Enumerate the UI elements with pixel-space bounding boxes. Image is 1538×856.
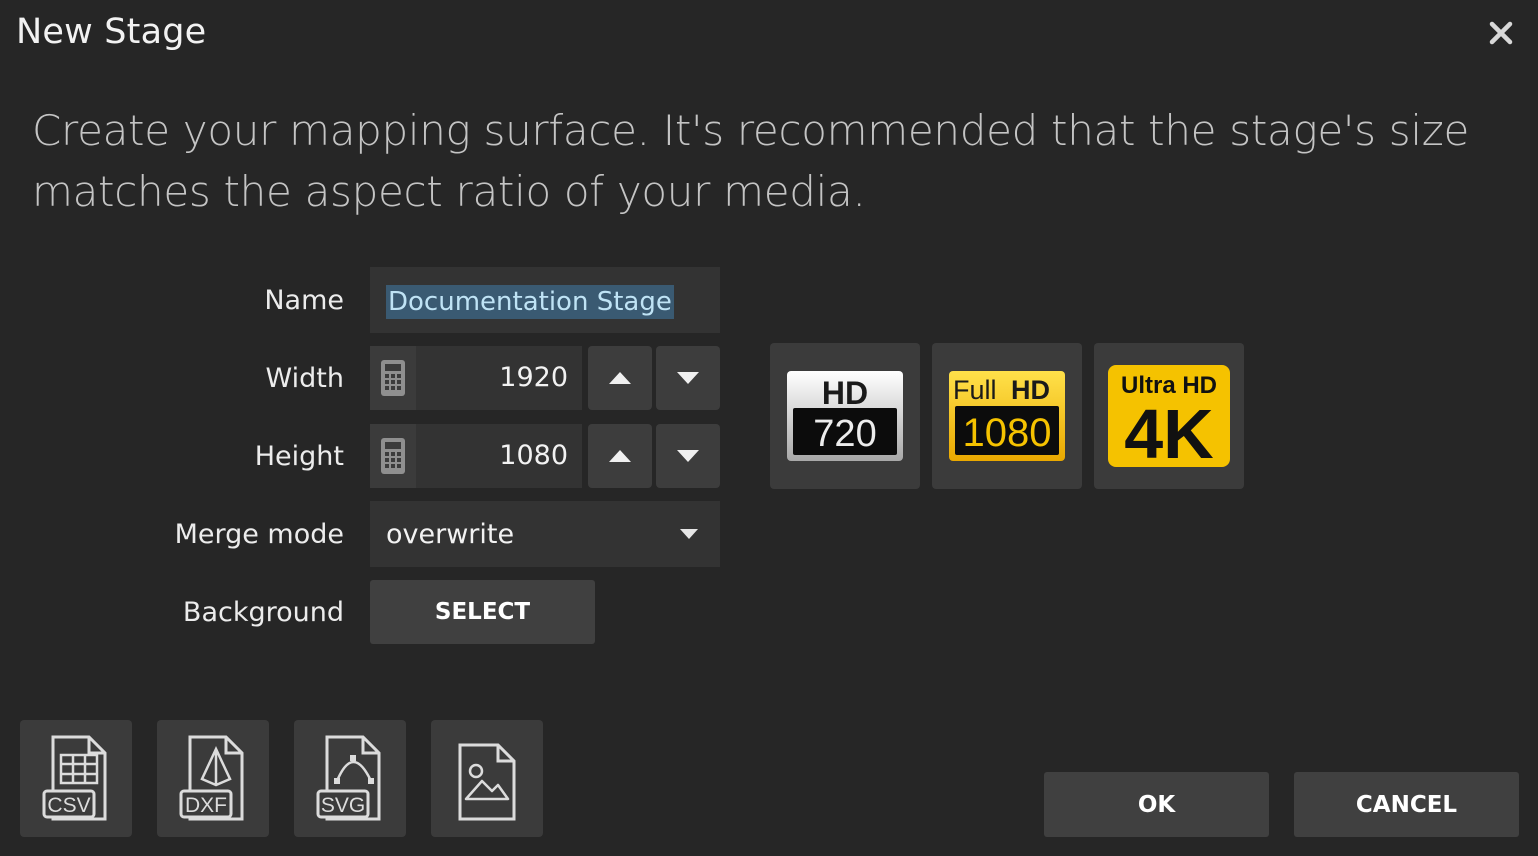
preset-full-hd-1080-line1b: HD: [1011, 375, 1050, 405]
import-svg-button[interactable]: SVG: [294, 720, 406, 837]
merge-mode-select[interactable]: overwrite: [370, 501, 720, 567]
hd-720-icon: HD 720: [787, 371, 903, 461]
import-image-button[interactable]: [431, 720, 543, 837]
chevron-up-icon: [609, 372, 631, 384]
import-csv-button[interactable]: CSV: [20, 720, 132, 837]
width-increment-button[interactable]: [588, 346, 652, 410]
preset-hd-720-line1: HD: [822, 375, 868, 411]
preset-full-hd-1080-line2: 1080: [963, 411, 1052, 455]
cancel-button[interactable]: CANCEL: [1294, 772, 1519, 837]
full-hd-1080-icon: Full HD 1080: [949, 371, 1065, 461]
background-label: Background: [182, 597, 344, 628]
calculator-icon[interactable]: [370, 346, 416, 410]
dxf-tag: DXF: [185, 794, 227, 817]
width-value: 1920: [499, 362, 568, 393]
height-increment-button[interactable]: [588, 424, 652, 488]
image-file-icon: [458, 743, 516, 820]
background-select-button[interactable]: SELECT: [370, 580, 595, 644]
csv-file-icon: CSV: [42, 735, 107, 820]
svg-tag: SVG: [321, 794, 365, 817]
merge-mode-value: overwrite: [386, 519, 515, 550]
import-dxf-button[interactable]: DXF: [157, 720, 269, 837]
close-icon[interactable]: [1486, 18, 1516, 48]
preset-ultra-hd-4k-line2: 4K: [1124, 395, 1213, 469]
chevron-down-icon: [677, 372, 699, 384]
dxf-file-icon: DXF: [179, 735, 244, 820]
width-decrement-button[interactable]: [656, 346, 720, 410]
height-label: Height: [254, 441, 344, 472]
name-label: Name: [264, 285, 344, 316]
width-input[interactable]: 1920: [370, 346, 582, 410]
calculator-icon[interactable]: [370, 424, 416, 488]
preset-hd-720-line2: 720: [813, 413, 876, 455]
preset-hd-720-button[interactable]: HD 720: [770, 343, 920, 489]
ultra-hd-4k-icon: Ultra HD 4K: [1108, 365, 1230, 469]
preset-ultra-hd-4k-button[interactable]: Ultra HD 4K: [1094, 343, 1244, 489]
csv-tag: CSV: [47, 794, 90, 817]
height-value: 1080: [499, 440, 568, 471]
svg-file-icon: SVG: [316, 735, 381, 820]
merge-mode-label: Merge mode: [174, 519, 344, 550]
ok-button[interactable]: OK: [1044, 772, 1269, 837]
chevron-up-icon: [609, 450, 631, 462]
width-label: Width: [265, 363, 344, 394]
dialog-description: Create your mapping surface. It's recomm…: [32, 106, 1470, 216]
preset-full-hd-1080-line1: Full: [953, 375, 997, 405]
height-decrement-button[interactable]: [656, 424, 720, 488]
dropdown-arrow-icon: [680, 529, 698, 539]
dialog-title: New Stage: [16, 12, 207, 52]
chevron-down-icon: [677, 450, 699, 462]
name-input-value: Documentation Stage: [386, 285, 674, 319]
preset-full-hd-1080-button[interactable]: Full HD 1080: [932, 343, 1082, 489]
height-input[interactable]: 1080: [370, 424, 582, 488]
name-input[interactable]: Documentation Stage: [370, 267, 720, 333]
